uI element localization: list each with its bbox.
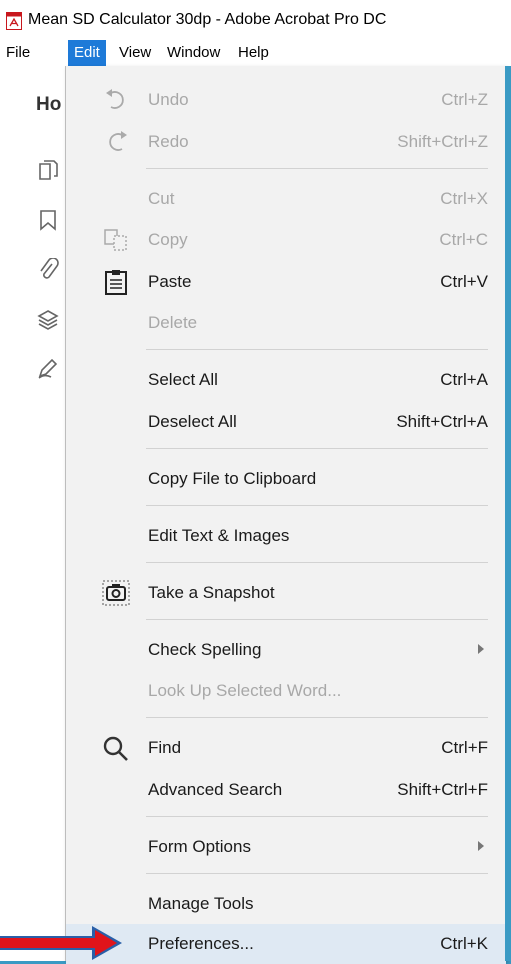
edit-menu-dropdown: Undo Ctrl+Z Redo Shift+Ctrl+Z Cut Ctrl+X… bbox=[65, 66, 506, 964]
menu-item-redo[interactable]: Redo Shift+Ctrl+Z bbox=[66, 122, 506, 162]
menu-item-deselect-all[interactable]: Deselect All Shift+Ctrl+A bbox=[66, 402, 506, 442]
shortcut: Shift+Ctrl+F bbox=[397, 780, 488, 799]
menu-help[interactable]: Help bbox=[232, 40, 275, 66]
camera-icon bbox=[102, 580, 130, 606]
paste-icon bbox=[105, 270, 127, 295]
menu-item-copy-file-to-clipboard[interactable]: Copy File to Clipboard bbox=[66, 459, 506, 499]
menu-item-paste[interactable]: Paste Ctrl+V bbox=[66, 262, 506, 302]
shortcut: Ctrl+V bbox=[440, 272, 488, 291]
menu-item-label: Advanced Search bbox=[148, 780, 283, 799]
layers-icon[interactable] bbox=[36, 308, 60, 332]
menu-separator bbox=[146, 717, 488, 718]
red-arrow-pointer-icon bbox=[0, 926, 122, 960]
menu-separator bbox=[146, 168, 488, 169]
left-tool-panel: Ho bbox=[0, 66, 65, 961]
menu-item-find[interactable]: Find Ctrl+F bbox=[66, 728, 506, 768]
menu-separator bbox=[146, 349, 488, 350]
menu-separator bbox=[146, 873, 488, 874]
shortcut: Shift+Ctrl+Z bbox=[397, 132, 488, 151]
submenu-arrow-icon bbox=[478, 841, 484, 851]
pages-icon[interactable] bbox=[36, 158, 60, 182]
menu-item-label: Paste bbox=[148, 272, 192, 291]
shortcut: Shift+Ctrl+A bbox=[396, 412, 488, 431]
menu-item-select-all[interactable]: Select All Ctrl+A bbox=[66, 360, 506, 400]
copy-icon bbox=[104, 229, 127, 251]
menu-item-label: Preferences... bbox=[148, 934, 254, 953]
menu-item-manage-tools[interactable]: Manage Tools bbox=[66, 884, 506, 924]
menu-window[interactable]: Window bbox=[161, 40, 226, 66]
shortcut: Ctrl+F bbox=[441, 738, 488, 757]
menu-separator bbox=[146, 448, 488, 449]
acrobat-window: Mean SD Calculator 30dp - Adobe Acrobat … bbox=[0, 0, 511, 964]
menu-item-label: Delete bbox=[148, 313, 198, 332]
menu-item-form-options[interactable]: Form Options bbox=[66, 827, 506, 867]
menu-file[interactable]: File bbox=[0, 40, 36, 66]
menu-separator bbox=[146, 505, 488, 506]
menu-item-label: Undo bbox=[148, 90, 189, 109]
shortcut: Ctrl+K bbox=[440, 934, 488, 953]
signature-icon[interactable] bbox=[36, 356, 60, 380]
menu-edit[interactable]: Edit bbox=[68, 40, 106, 66]
menu-item-cut[interactable]: Cut Ctrl+X bbox=[66, 179, 506, 219]
shortcut: Ctrl+C bbox=[439, 230, 488, 249]
menu-item-check-spelling[interactable]: Check Spelling bbox=[66, 630, 506, 670]
menu-item-label: Manage Tools bbox=[148, 894, 254, 913]
menu-item-copy[interactable]: Copy Ctrl+C bbox=[66, 220, 506, 260]
menu-item-label: Copy File to Clipboard bbox=[148, 469, 317, 488]
menu-item-label: Check Spelling bbox=[148, 640, 262, 659]
menu-item-label: Edit Text & Images bbox=[148, 526, 290, 545]
menu-item-take-snapshot[interactable]: Take a Snapshot bbox=[66, 573, 506, 613]
title-bar: Mean SD Calculator 30dp - Adobe Acrobat … bbox=[0, 0, 511, 40]
acrobat-app-icon bbox=[6, 12, 22, 30]
window-title: Mean SD Calculator 30dp - Adobe Acrobat … bbox=[28, 11, 387, 28]
home-tab[interactable]: Ho bbox=[36, 94, 61, 116]
menu-item-label: Copy bbox=[148, 230, 188, 249]
menu-item-label: Deselect All bbox=[148, 412, 237, 431]
menu-item-label: Look Up Selected Word... bbox=[148, 681, 342, 700]
submenu-arrow-icon bbox=[478, 644, 484, 654]
menu-bar: File Edit View Window Help bbox=[0, 40, 511, 66]
bookmark-icon[interactable] bbox=[36, 208, 60, 232]
menu-item-advanced-search[interactable]: Advanced Search Shift+Ctrl+F bbox=[66, 770, 506, 810]
shortcut: Ctrl+X bbox=[440, 189, 488, 208]
menu-item-label: Find bbox=[148, 738, 182, 757]
menu-item-undo[interactable]: Undo Ctrl+Z bbox=[66, 80, 506, 120]
menu-item-label: Cut bbox=[148, 189, 175, 208]
search-icon bbox=[103, 736, 128, 761]
menu-item-delete[interactable]: Delete bbox=[66, 303, 506, 343]
window-frame-edge bbox=[505, 66, 511, 961]
menu-separator bbox=[146, 562, 488, 563]
menu-separator bbox=[146, 619, 488, 620]
menu-item-look-up-selected-word[interactable]: Look Up Selected Word... bbox=[66, 671, 506, 711]
attachment-icon[interactable] bbox=[36, 258, 60, 282]
menu-separator bbox=[146, 816, 488, 817]
menu-item-preferences[interactable]: Preferences... Ctrl+K bbox=[66, 924, 506, 964]
menu-view[interactable]: View bbox=[113, 40, 157, 66]
menu-item-label: Take a Snapshot bbox=[148, 583, 275, 602]
menu-item-label: Redo bbox=[148, 132, 189, 151]
shortcut: Ctrl+A bbox=[440, 370, 488, 389]
menu-item-label: Select All bbox=[148, 370, 218, 389]
menu-item-edit-text-images[interactable]: Edit Text & Images bbox=[66, 516, 506, 556]
menu-item-label: Form Options bbox=[148, 837, 251, 856]
undo-icon bbox=[106, 89, 124, 109]
shortcut: Ctrl+Z bbox=[441, 90, 488, 109]
redo-icon bbox=[109, 131, 127, 151]
